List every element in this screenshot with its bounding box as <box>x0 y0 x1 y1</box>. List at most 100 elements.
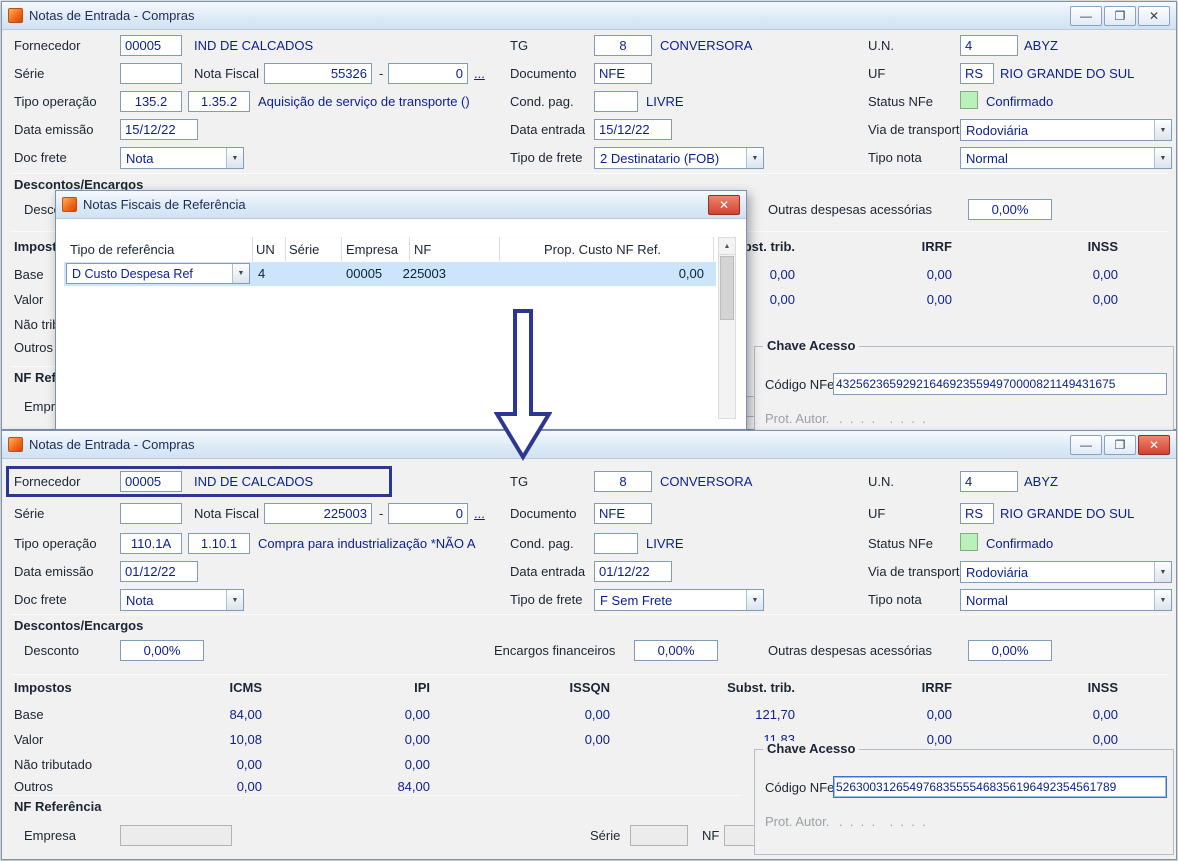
uf-field[interactable] <box>960 63 994 84</box>
data-emissao-field[interactable] <box>120 561 198 582</box>
chevron-down-icon: ▼ <box>1154 148 1171 168</box>
outras-despesas-field[interactable] <box>968 199 1052 220</box>
ref-nf-label: NF <box>702 828 720 843</box>
nota-fiscal-separator: - <box>379 506 384 521</box>
fornecedor-label: Fornecedor <box>14 38 81 53</box>
chevron-down-icon: ▼ <box>1154 562 1171 582</box>
tipo-operacao-code-field[interactable] <box>120 91 182 112</box>
tipo-frete-label: Tipo de frete <box>510 150 583 165</box>
uf-label: UF <box>868 66 886 81</box>
nota-fiscal-suffix-field[interactable] <box>388 503 468 524</box>
tipo-nota-select[interactable]: Normal ▼ <box>960 589 1172 611</box>
imposto-row-label: Valor <box>14 292 44 307</box>
tipo-nota-value: Normal <box>966 592 1008 608</box>
tipo-nota-select[interactable]: Normal ▼ <box>960 147 1172 169</box>
row-un-value: 4 <box>258 266 266 281</box>
grid-col-separator <box>252 237 253 261</box>
status-nfe-value: Confirmado <box>986 94 1054 109</box>
doc-frete-label: Doc frete <box>14 150 67 165</box>
tipo-operacao-code2-field[interactable] <box>188 533 250 554</box>
nota-fiscal-label: Nota Fiscal <box>194 506 260 521</box>
desconto-field[interactable] <box>120 640 204 661</box>
codigo-nfe-field[interactable] <box>833 776 1167 798</box>
un-field[interactable] <box>960 471 1018 492</box>
outras-despesas-field[interactable] <box>968 640 1052 661</box>
tipo-frete-select[interactable]: F Sem Frete ▼ <box>594 589 764 611</box>
tg-field[interactable] <box>594 35 652 56</box>
encargos-field[interactable] <box>634 640 718 661</box>
nota-fiscal-field[interactable] <box>264 503 372 524</box>
reference-row[interactable]: D Custo Despesa Ref ▼ 4 00005 225003 0,0… <box>64 262 716 286</box>
un-field[interactable] <box>960 35 1018 56</box>
imposto-row-label: Base <box>14 267 44 282</box>
chevron-down-icon: ▼ <box>226 590 243 610</box>
close-icon[interactable]: ✕ <box>1138 434 1170 455</box>
data-entrada-field[interactable] <box>594 561 672 582</box>
nota-fiscal-field[interactable] <box>264 63 372 84</box>
maximize-icon[interactable]: ❐ <box>1104 434 1136 455</box>
dialog-titlebar[interactable]: Notas Fiscais de Referência ✕ <box>56 191 746 219</box>
nota-fiscal-browse-link[interactable]: ... <box>474 506 485 521</box>
via-transporte-value: Rodoviária <box>966 564 1029 580</box>
nota-fiscal-suffix-field[interactable] <box>388 63 468 84</box>
uf-field[interactable] <box>960 503 994 524</box>
imposto-col-header: ISSQN <box>569 680 610 695</box>
doc-frete-value: Nota <box>126 150 154 166</box>
imposto-value: 0,00 <box>404 707 430 722</box>
doc-frete-select[interactable]: Nota ▼ <box>120 589 244 611</box>
cond-pag-name: LIVRE <box>646 94 684 109</box>
tipo-operacao-code2-field[interactable] <box>188 91 250 112</box>
codigo-nfe-field[interactable] <box>833 373 1167 395</box>
scrollbar-thumb[interactable] <box>720 256 734 320</box>
prot-autor-value: . . . . . . . . <box>839 814 926 829</box>
tipo-frete-select[interactable]: 2 Destinatario (FOB) ▼ <box>594 147 764 169</box>
data-emissao-field[interactable] <box>120 119 198 140</box>
tipo-operacao-code-field[interactable] <box>120 533 182 554</box>
imposto-value: 0,00 <box>1092 732 1118 747</box>
imposto-value: 84,00 <box>397 779 430 794</box>
doc-frete-value: Nota <box>126 592 154 608</box>
uf-name: RIO GRANDE DO SUL <box>1000 506 1135 521</box>
close-icon[interactable]: ✕ <box>708 194 740 215</box>
maximize-icon[interactable]: ❐ <box>1104 5 1136 26</box>
imposto-value: 0,00 <box>584 732 610 747</box>
fornecedor-code-field[interactable] <box>120 35 182 56</box>
scroll-up-icon[interactable]: ▲ <box>719 238 735 255</box>
documento-field[interactable] <box>594 63 652 84</box>
tg-field[interactable] <box>594 471 652 492</box>
prot-autor-value: . . . . . . . . <box>839 411 926 426</box>
tg-name: CONVERSORA <box>660 38 753 53</box>
codigo-nfe-label: Código NFe <box>765 780 835 795</box>
chave-acesso-group: Chave Acesso Código NFe Prot. Autor. . .… <box>754 741 1174 855</box>
cond-pag-name: LIVRE <box>646 536 684 551</box>
data-entrada-field[interactable] <box>594 119 672 140</box>
minimize-icon[interactable]: — <box>1070 434 1102 455</box>
chevron-down-icon: ▼ <box>1154 590 1171 610</box>
grid-scrollbar[interactable]: ▲ <box>718 237 736 419</box>
minimize-icon[interactable]: — <box>1070 5 1102 26</box>
imposto-col-header: INSS <box>1087 239 1118 254</box>
window-titlebar[interactable]: Notas de Entrada - Compras — ❐ ✕ <box>2 2 1176 30</box>
cond-pag-field[interactable] <box>594 533 638 554</box>
imposto-value: 0,00 <box>236 757 262 772</box>
empresa-label: Empresa <box>24 828 77 843</box>
tipo-referencia-select[interactable]: D Custo Despesa Ref ▼ <box>66 263 250 284</box>
section-divider <box>10 614 1168 615</box>
imposto-value: 0,00 <box>584 707 610 722</box>
via-transporte-select[interactable]: Rodoviária ▼ <box>960 119 1172 141</box>
window-titlebar[interactable]: Notas de Entrada - Compras — ❐ ✕ <box>2 431 1176 459</box>
doc-frete-select[interactable]: Nota ▼ <box>120 147 244 169</box>
uf-label: UF <box>868 506 886 521</box>
row-prop-value: 0,00 <box>678 266 704 281</box>
serie-field[interactable] <box>120 503 182 524</box>
via-transporte-label: Via de transporte <box>868 122 967 137</box>
cond-pag-field[interactable] <box>594 91 638 112</box>
close-icon[interactable]: ✕ <box>1138 5 1170 26</box>
serie-field[interactable] <box>120 63 182 84</box>
tipo-frete-value: 2 Destinatario (FOB) <box>600 150 720 166</box>
grid-col-separator <box>409 237 410 261</box>
nota-fiscal-browse-link[interactable]: ... <box>474 66 485 81</box>
via-transporte-select[interactable]: Rodoviária ▼ <box>960 561 1172 583</box>
imposto-value: 0,00 <box>926 267 952 282</box>
documento-field[interactable] <box>594 503 652 524</box>
